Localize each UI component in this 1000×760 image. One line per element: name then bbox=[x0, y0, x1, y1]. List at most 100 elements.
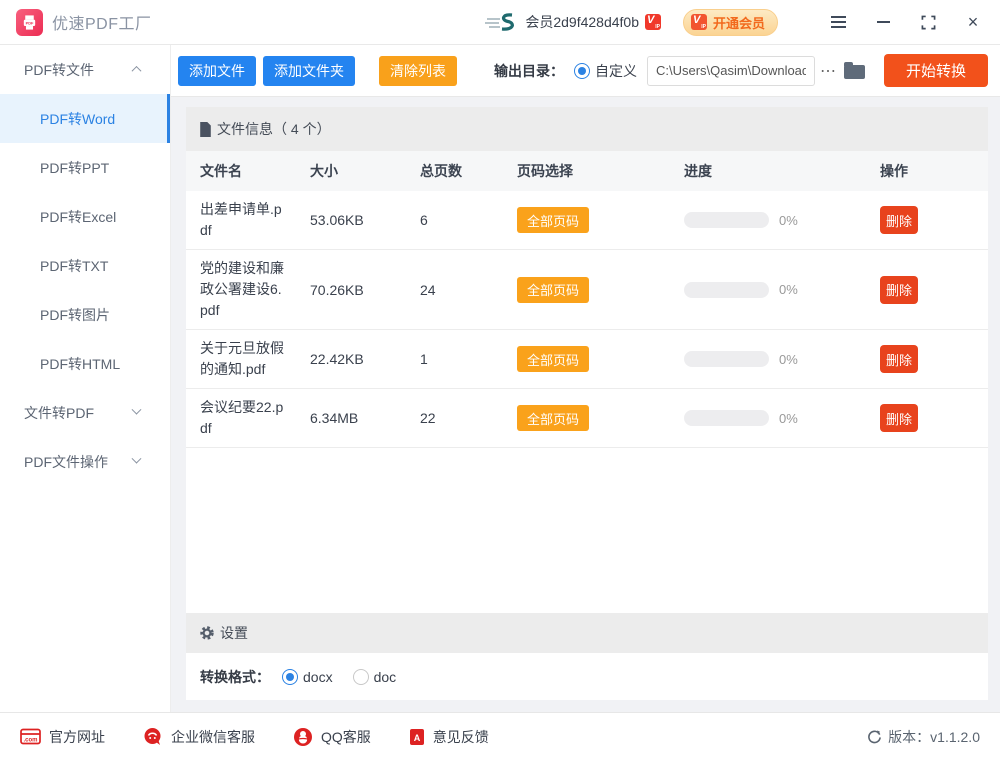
file-pages: 1 bbox=[420, 351, 517, 367]
feedback-link[interactable]: A 意见反馈 bbox=[409, 727, 489, 747]
table-row: 会议纪要22.pdf 6.34MB 22 全部页码 0% 删除 bbox=[186, 389, 988, 448]
chevron-up-icon bbox=[132, 66, 142, 76]
toolbar: 添加文件 添加文件夹 清除列表 输出目录： 自定义 ⋯ 开始转换 bbox=[171, 45, 1000, 97]
file-name: 党的建设和廉政公署建设6.pdf bbox=[200, 258, 286, 321]
clear-list-button[interactable]: 清除列表 bbox=[379, 56, 457, 86]
maximize-icon[interactable] bbox=[919, 13, 937, 31]
member-avatar-icon bbox=[485, 11, 517, 33]
document-icon bbox=[199, 122, 212, 137]
sidebar: PDF转文件 PDF转Word PDF转PPT PDF转Excel PDF转TX… bbox=[0, 45, 171, 712]
gear-icon bbox=[199, 625, 215, 641]
progress-percent: 0% bbox=[779, 352, 798, 367]
vip-icon: VIP bbox=[691, 14, 707, 30]
format-row: 转换格式： docx doc bbox=[186, 653, 988, 700]
menu-icon[interactable] bbox=[829, 13, 847, 31]
file-size: 6.34MB bbox=[310, 410, 420, 426]
open-folder-icon[interactable] bbox=[844, 65, 865, 79]
sidebar-group-pdf-operations[interactable]: PDF文件操作 bbox=[0, 437, 170, 486]
file-name: 关于元旦放假的通知.pdf bbox=[200, 338, 286, 380]
add-file-button[interactable]: 添加文件 bbox=[178, 56, 256, 86]
file-name: 会议纪要22.pdf bbox=[200, 397, 286, 439]
col-page-select: 页码选择 bbox=[517, 161, 684, 181]
custom-dir-radio-label: 自定义 bbox=[595, 61, 637, 81]
file-pages: 24 bbox=[420, 282, 517, 298]
titlebar: PDF 优速PDF工厂 会员2d9f428d4f0b VIP VIP 开通会员 … bbox=[0, 0, 1000, 45]
website-com-icon: .com bbox=[20, 728, 41, 745]
delete-button[interactable]: 删除 bbox=[880, 345, 918, 373]
version-text: 版本：v1.1.2.0 bbox=[888, 727, 980, 747]
upgrade-label: 开通会员 bbox=[713, 13, 765, 32]
all-pages-button[interactable]: 全部页码 bbox=[517, 405, 589, 431]
official-site-link[interactable]: .com 官方网址 bbox=[20, 727, 105, 747]
table-header: 文件名 大小 总页数 页码选择 进度 操作 bbox=[186, 151, 988, 191]
delete-button[interactable]: 删除 bbox=[880, 276, 918, 304]
table-row: 关于元旦放假的通知.pdf 22.42KB 1 全部页码 0% 删除 bbox=[186, 330, 988, 389]
format-doc-radio[interactable] bbox=[353, 669, 369, 685]
file-name: 出差申请单.pdf bbox=[200, 199, 286, 241]
app-title: 优速PDF工厂 bbox=[52, 10, 152, 34]
progress-bar bbox=[684, 351, 769, 367]
output-path-input[interactable] bbox=[647, 56, 815, 86]
sidebar-item-pdf-to-excel[interactable]: PDF转Excel bbox=[0, 192, 170, 241]
wechat-icon bbox=[143, 727, 163, 747]
table-row: 出差申请单.pdf 53.06KB 6 全部页码 0% 删除 bbox=[186, 191, 988, 250]
progress-bar bbox=[684, 410, 769, 426]
col-progress: 进度 bbox=[684, 161, 880, 181]
file-info-header: 文件信息（ 4 个） bbox=[186, 107, 988, 151]
svg-text:PDF: PDF bbox=[26, 20, 34, 25]
progress-bar bbox=[684, 212, 769, 228]
file-pages: 6 bbox=[420, 212, 517, 228]
all-pages-button[interactable]: 全部页码 bbox=[517, 346, 589, 372]
minimize-icon[interactable] bbox=[874, 13, 892, 31]
col-pages: 总页数 bbox=[420, 161, 517, 181]
add-folder-button[interactable]: 添加文件夹 bbox=[263, 56, 355, 86]
col-action: 操作 bbox=[880, 161, 988, 181]
svg-text:.com: .com bbox=[23, 738, 37, 744]
browse-more-button[interactable]: ⋯ bbox=[820, 61, 837, 81]
wechat-support-link[interactable]: 企业微信客服 bbox=[143, 727, 255, 747]
start-convert-button[interactable]: 开始转换 bbox=[884, 54, 988, 87]
file-info-title: 文件信息（ 4 个） bbox=[217, 119, 331, 139]
qq-support-link[interactable]: QQ客服 bbox=[293, 727, 371, 747]
version-info: 版本：v1.1.2.0 bbox=[867, 727, 980, 747]
main-area: 添加文件 添加文件夹 清除列表 输出目录： 自定义 ⋯ 开始转换 文件信息（ 4… bbox=[171, 45, 1000, 712]
svg-text:A: A bbox=[414, 733, 421, 743]
file-size: 70.26KB bbox=[310, 282, 420, 298]
vip-badge-icon: VIP bbox=[645, 14, 661, 30]
all-pages-button[interactable]: 全部页码 bbox=[517, 277, 589, 303]
upgrade-membership-button[interactable]: VIP 开通会员 bbox=[683, 9, 778, 36]
close-icon[interactable]: × bbox=[964, 13, 982, 31]
progress-percent: 0% bbox=[779, 282, 798, 297]
format-docx-radio[interactable] bbox=[282, 669, 298, 685]
app-logo-pdf-icon: PDF bbox=[16, 9, 43, 36]
format-docx-label: docx bbox=[303, 669, 333, 685]
progress-percent: 0% bbox=[779, 411, 798, 426]
format-doc-label: doc bbox=[374, 669, 397, 685]
progress-percent: 0% bbox=[779, 213, 798, 228]
footer: .com 官方网址 企业微信客服 QQ客服 A 意见反馈 版本：v1.1.2.0 bbox=[0, 712, 1000, 760]
sidebar-item-pdf-to-txt[interactable]: PDF转TXT bbox=[0, 241, 170, 290]
custom-dir-radio[interactable] bbox=[574, 63, 590, 79]
file-size: 22.42KB bbox=[310, 351, 420, 367]
sidebar-item-pdf-to-html[interactable]: PDF转HTML bbox=[0, 339, 170, 388]
member-name: 会员2d9f428d4f0b bbox=[525, 12, 639, 32]
empty-list-area bbox=[186, 448, 988, 613]
chevron-down-icon bbox=[132, 405, 142, 415]
sidebar-item-pdf-to-ppt[interactable]: PDF转PPT bbox=[0, 143, 170, 192]
sidebar-group-pdf-to-file[interactable]: PDF转文件 bbox=[0, 45, 170, 94]
delete-button[interactable]: 删除 bbox=[880, 206, 918, 234]
qq-icon bbox=[293, 727, 313, 747]
settings-title: 设置 bbox=[220, 623, 248, 643]
table-row: 党的建设和廉政公署建设6.pdf 70.26KB 24 全部页码 0% 删除 bbox=[186, 250, 988, 330]
feedback-doc-icon: A bbox=[409, 728, 425, 746]
sidebar-item-pdf-to-image[interactable]: PDF转图片 bbox=[0, 290, 170, 339]
all-pages-button[interactable]: 全部页码 bbox=[517, 207, 589, 233]
delete-button[interactable]: 删除 bbox=[880, 404, 918, 432]
sidebar-group-file-to-pdf[interactable]: 文件转PDF bbox=[0, 388, 170, 437]
settings-header: 设置 bbox=[186, 613, 988, 653]
sidebar-item-pdf-to-word[interactable]: PDF转Word bbox=[0, 94, 170, 143]
format-label: 转换格式： bbox=[200, 667, 270, 687]
col-size: 大小 bbox=[310, 161, 420, 181]
output-dir-label: 输出目录： bbox=[494, 61, 564, 81]
file-pages: 22 bbox=[420, 410, 517, 426]
